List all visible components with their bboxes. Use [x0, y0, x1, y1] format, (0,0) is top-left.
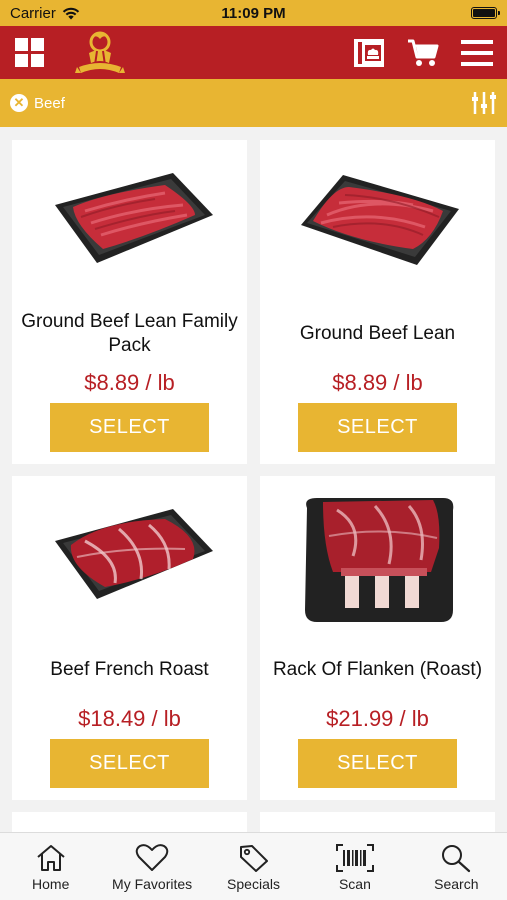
tab-search[interactable]: Search — [406, 833, 507, 900]
battery-icon — [471, 7, 500, 19]
recipe-card-icon[interactable] — [353, 38, 385, 68]
product-name: Beef French Roast — [50, 659, 209, 680]
select-button[interactable]: SELECT — [50, 739, 209, 788]
bottom-tab-bar: Home My Favorites Specials Scan Search — [0, 832, 507, 900]
tab-label: Search — [434, 876, 479, 892]
tab-label: Specials — [227, 876, 280, 892]
product-image — [12, 140, 247, 300]
home-icon — [37, 845, 65, 871]
product-card[interactable] — [12, 812, 247, 832]
tab-label: Scan — [338, 876, 371, 892]
cart-icon[interactable] — [407, 38, 439, 68]
hamburger-menu-icon[interactable] — [461, 39, 493, 67]
product-name: Rack Of Flanken (Roast) — [272, 659, 483, 680]
tab-my-favorites[interactable]: My Favorites — [101, 833, 202, 900]
product-price: $8.89 / lb — [332, 370, 423, 395]
select-button[interactable]: SELECT — [298, 403, 457, 452]
product-card[interactable]: Ground Beef Lean Family Pack $8.89 / lb … — [12, 140, 247, 464]
select-button[interactable]: SELECT — [298, 739, 457, 788]
product-price: $8.89 / lb — [84, 370, 175, 395]
active-filter-chip[interactable]: ✕ Beef — [10, 94, 65, 112]
product-card[interactable] — [260, 812, 495, 832]
close-icon[interactable]: ✕ — [10, 94, 28, 112]
carrier-label: Carrier — [10, 4, 56, 22]
heart-icon — [135, 844, 169, 871]
barcode-icon — [335, 844, 374, 872]
brand-logo[interactable] — [75, 29, 125, 77]
product-image — [12, 476, 247, 636]
product-card[interactable]: Beef French Roast $18.49 / lb SELECT — [12, 476, 247, 800]
product-image — [260, 476, 495, 636]
tab-label: My Favorites — [112, 876, 193, 892]
select-button[interactable]: SELECT — [50, 403, 209, 452]
product-card[interactable]: Ground Beef Lean $8.89 / lb SELECT — [260, 140, 495, 464]
tab-scan[interactable]: Scan — [304, 833, 405, 900]
product-card[interactable]: Rack Of Flanken (Roast) $21.99 / lb SELE… — [260, 476, 495, 800]
tab-specials[interactable]: Specials — [203, 833, 304, 900]
search-icon — [442, 845, 471, 873]
header-actions — [353, 38, 493, 68]
product-price: $18.49 / lb — [78, 706, 181, 731]
grid-icon[interactable] — [14, 37, 45, 68]
product-grid: Ground Beef Lean Family Pack $8.89 / lb … — [0, 127, 507, 832]
filter-sliders-icon[interactable] — [471, 90, 497, 116]
product-image — [260, 140, 495, 300]
app-header — [0, 26, 507, 79]
tab-home[interactable]: Home — [0, 833, 101, 900]
status-bar: Carrier 11:09 PM — [0, 0, 507, 26]
status-left: Carrier — [10, 5, 80, 22]
tab-label: Home — [32, 876, 70, 892]
product-name: Ground Beef Lean Family Pack — [21, 311, 238, 356]
product-name: Ground Beef Lean — [299, 323, 456, 344]
wifi-icon — [62, 7, 80, 19]
filter-bar: ✕ Beef — [0, 79, 507, 127]
product-price: $21.99 / lb — [326, 706, 429, 731]
tag-icon — [239, 845, 268, 872]
filter-chip-label: Beef — [34, 94, 65, 112]
